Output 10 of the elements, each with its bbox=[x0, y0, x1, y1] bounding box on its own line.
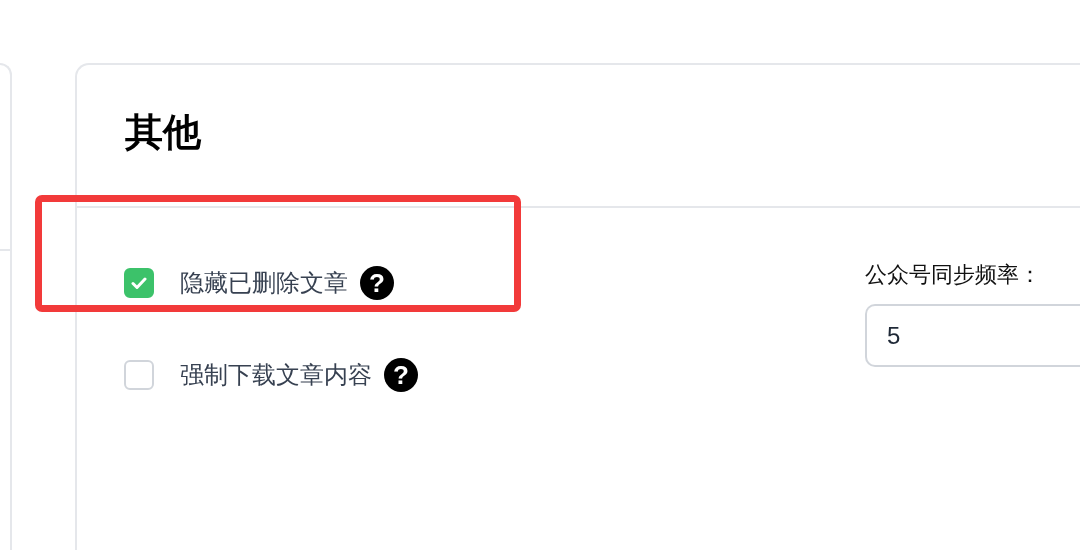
help-icon[interactable]: ? bbox=[384, 358, 418, 392]
checkbox[interactable] bbox=[124, 360, 154, 390]
field-label: 公众号同步频率： bbox=[865, 261, 1042, 289]
check-icon bbox=[131, 276, 147, 290]
input-field[interactable]: 5 bbox=[865, 304, 1080, 367]
help-icon[interactable]: ? bbox=[360, 266, 394, 300]
checkbox[interactable] bbox=[124, 268, 154, 298]
option-label: 强制下载文章内容 bbox=[180, 360, 372, 390]
option-label: 隐藏已删除文章 bbox=[180, 268, 348, 298]
section-title: 其他 bbox=[125, 110, 201, 155]
